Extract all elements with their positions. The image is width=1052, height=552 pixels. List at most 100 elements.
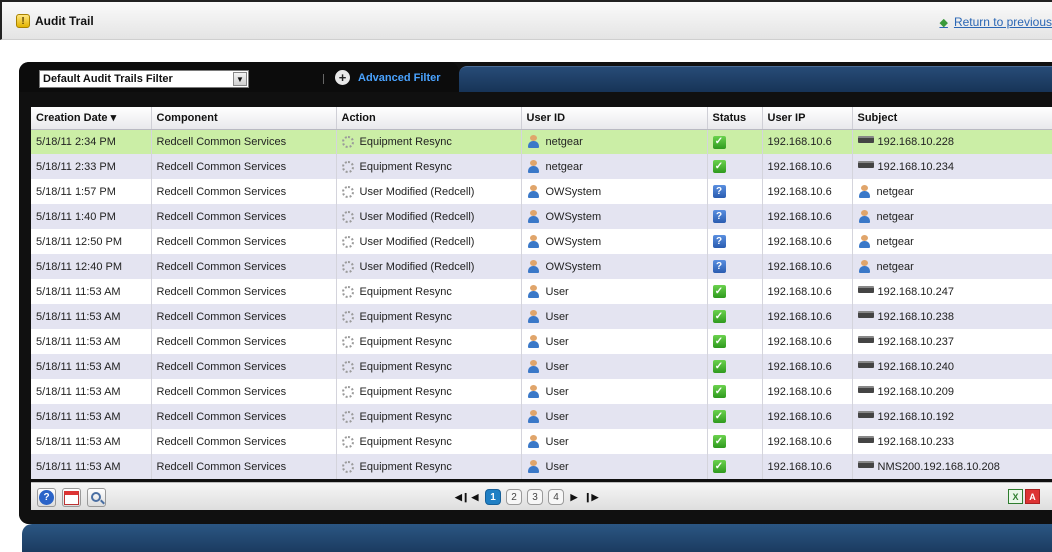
column-header-status[interactable]: Status bbox=[707, 107, 763, 130]
gear-icon bbox=[341, 410, 354, 423]
table-row[interactable]: 5/18/11 1:57 PM Redcell Common Services Us… bbox=[31, 179, 1052, 204]
bottom-tab-strip bbox=[22, 524, 1052, 552]
column-header-subject[interactable]: Subject bbox=[852, 107, 1052, 130]
component-text: Redcell Common Services bbox=[156, 435, 287, 448]
page-button[interactable]: 2 bbox=[506, 489, 522, 505]
page-button[interactable]: 4 bbox=[548, 489, 564, 505]
table-row[interactable]: 5/18/11 11:53 AM Redcell Common Services E… bbox=[31, 379, 1052, 404]
column-header-creation-date[interactable]: Creation Date ▾ bbox=[31, 107, 152, 130]
creation-date-text: 5/18/11 11:53 AM bbox=[36, 310, 121, 323]
gear-icon bbox=[341, 260, 354, 273]
user-ip-text: 192.168.10.6 bbox=[767, 135, 832, 148]
table-row[interactable]: 5/18/11 11:53 AM Redcell Common Services E… bbox=[31, 454, 1052, 479]
status-unknown-icon: ? bbox=[712, 210, 726, 224]
cell-subject: netgear bbox=[852, 179, 1052, 204]
table-row[interactable]: 5/18/11 1:40 PM Redcell Common Services Us… bbox=[31, 204, 1052, 229]
column-header-user-ip[interactable]: User IP bbox=[762, 107, 853, 130]
column-header-action[interactable]: Action bbox=[336, 107, 522, 130]
advanced-filter-button[interactable]: + Advanced Filter bbox=[335, 70, 441, 85]
cell-status: ✓ bbox=[707, 429, 763, 454]
cell-subject: 192.168.10.234 bbox=[852, 154, 1052, 179]
subject-text: 192.168.10.247 bbox=[877, 285, 954, 298]
device-icon bbox=[857, 336, 874, 343]
first-page-icon[interactable]: ◀❙ bbox=[455, 492, 469, 503]
calendar-icon bbox=[64, 490, 79, 505]
cell-user-id: OWSystem bbox=[521, 229, 708, 254]
advanced-filter-label[interactable]: Advanced Filter bbox=[358, 72, 441, 84]
subject-text: netgear bbox=[876, 235, 914, 248]
action-text: User Modified (Redcell) bbox=[359, 185, 475, 198]
column-header-component[interactable]: Component bbox=[151, 107, 337, 130]
action-text: Equipment Resync bbox=[359, 135, 452, 148]
prev-page-icon[interactable]: ◀ bbox=[470, 492, 480, 503]
cell-user-ip: 192.168.10.6 bbox=[762, 254, 853, 279]
help-button[interactable]: ? bbox=[37, 488, 56, 507]
excel-export-icon[interactable]: X bbox=[1008, 489, 1023, 504]
user-icon bbox=[527, 460, 540, 473]
cell-user-id: OWSystem bbox=[521, 204, 708, 229]
calendar-button[interactable] bbox=[62, 488, 81, 507]
panel-bottom-edge bbox=[19, 510, 1052, 524]
cell-subject: 192.168.10.237 bbox=[852, 329, 1052, 354]
return-to-previous-link[interactable]: ◆ Return to previous bbox=[939, 15, 1052, 29]
cell-action: User Modified (Redcell) bbox=[336, 204, 522, 229]
pdf-export-icon[interactable]: A bbox=[1025, 489, 1040, 504]
status-success-icon: ✓ bbox=[712, 410, 726, 424]
component-text: Redcell Common Services bbox=[156, 335, 287, 348]
subject-text: 192.168.10.233 bbox=[877, 435, 954, 448]
table-row[interactable]: 5/18/11 2:34 PM Redcell Common Services Eq… bbox=[31, 129, 1052, 154]
creation-date-text: 5/18/11 11:53 AM bbox=[36, 360, 121, 373]
page-button[interactable]: 3 bbox=[527, 489, 543, 505]
cell-component: Redcell Common Services bbox=[151, 154, 337, 179]
table-row[interactable]: 5/18/11 11:53 AM Redcell Common Services E… bbox=[31, 304, 1052, 329]
table-row[interactable]: 5/18/11 11:53 AM Redcell Common Services E… bbox=[31, 404, 1052, 429]
status-success-icon: ✓ bbox=[712, 360, 726, 374]
cell-user-id: OWSystem bbox=[521, 179, 708, 204]
user-ip-text: 192.168.10.6 bbox=[767, 385, 832, 398]
cell-component: Redcell Common Services bbox=[151, 254, 337, 279]
creation-date-text: 5/18/11 12:40 PM bbox=[36, 260, 123, 273]
user-icon bbox=[527, 385, 540, 398]
action-text: Equipment Resync bbox=[359, 160, 452, 173]
plus-icon: + bbox=[335, 70, 350, 85]
component-text: Redcell Common Services bbox=[156, 210, 287, 223]
search-button[interactable] bbox=[87, 488, 106, 507]
user-id-text: netgear bbox=[545, 160, 583, 173]
page-button[interactable]: 1 bbox=[485, 489, 501, 505]
status-unknown-icon: ? bbox=[712, 260, 726, 274]
table-row[interactable]: 5/18/11 11:53 AM Redcell Common Services E… bbox=[31, 429, 1052, 454]
table-row[interactable]: 5/18/11 12:50 PM Redcell Common Services U… bbox=[31, 229, 1052, 254]
column-header-user-id[interactable]: User ID bbox=[521, 107, 708, 130]
audit-filter-select[interactable]: Default Audit Trails Filter ▼ bbox=[39, 70, 249, 88]
cell-action: Equipment Resync bbox=[336, 154, 522, 179]
device-icon bbox=[857, 311, 874, 318]
chevron-down-icon[interactable]: ▼ bbox=[233, 72, 247, 86]
cell-component: Redcell Common Services bbox=[151, 379, 337, 404]
last-page-icon[interactable]: ❙▶ bbox=[584, 492, 598, 503]
next-page-icon[interactable]: ▶ bbox=[569, 492, 579, 503]
creation-date-text: 5/18/11 1:40 PM bbox=[36, 210, 116, 223]
table-row[interactable]: 5/18/11 2:33 PM Redcell Common Services Eq… bbox=[31, 154, 1052, 179]
creation-date-text: 5/18/11 2:33 PM bbox=[36, 160, 116, 173]
user-icon bbox=[527, 410, 540, 423]
cell-creation-date: 5/18/11 2:34 PM bbox=[31, 129, 152, 154]
filter-select-value: Default Audit Trails Filter bbox=[43, 73, 173, 85]
return-link-text[interactable]: Return to previous bbox=[954, 15, 1052, 29]
cell-status: ✓ bbox=[707, 129, 763, 154]
table-row[interactable]: 5/18/11 12:40 PM Redcell Common Services U… bbox=[31, 254, 1052, 279]
cell-action: Equipment Resync bbox=[336, 404, 522, 429]
creation-date-text: 5/18/11 11:53 AM bbox=[36, 460, 121, 473]
cell-user-ip: 192.168.10.6 bbox=[762, 379, 853, 404]
table-row[interactable]: 5/18/11 11:53 AM Redcell Common Services E… bbox=[31, 354, 1052, 379]
device-icon bbox=[857, 361, 874, 368]
user-ip-text: 192.168.10.6 bbox=[767, 460, 832, 473]
table-row[interactable]: 5/18/11 11:53 AM Redcell Common Services E… bbox=[31, 329, 1052, 354]
user-icon bbox=[858, 185, 871, 198]
cell-component: Redcell Common Services bbox=[151, 229, 337, 254]
audit-table-container: Creation Date ▾ Component Action User ID… bbox=[31, 107, 1052, 479]
cell-component: Redcell Common Services bbox=[151, 354, 337, 379]
table-row[interactable]: 5/18/11 11:53 AM Redcell Common Services E… bbox=[31, 279, 1052, 304]
cell-user-id: User bbox=[521, 404, 708, 429]
subject-text: 192.168.10.237 bbox=[877, 335, 954, 348]
device-icon bbox=[857, 436, 874, 443]
